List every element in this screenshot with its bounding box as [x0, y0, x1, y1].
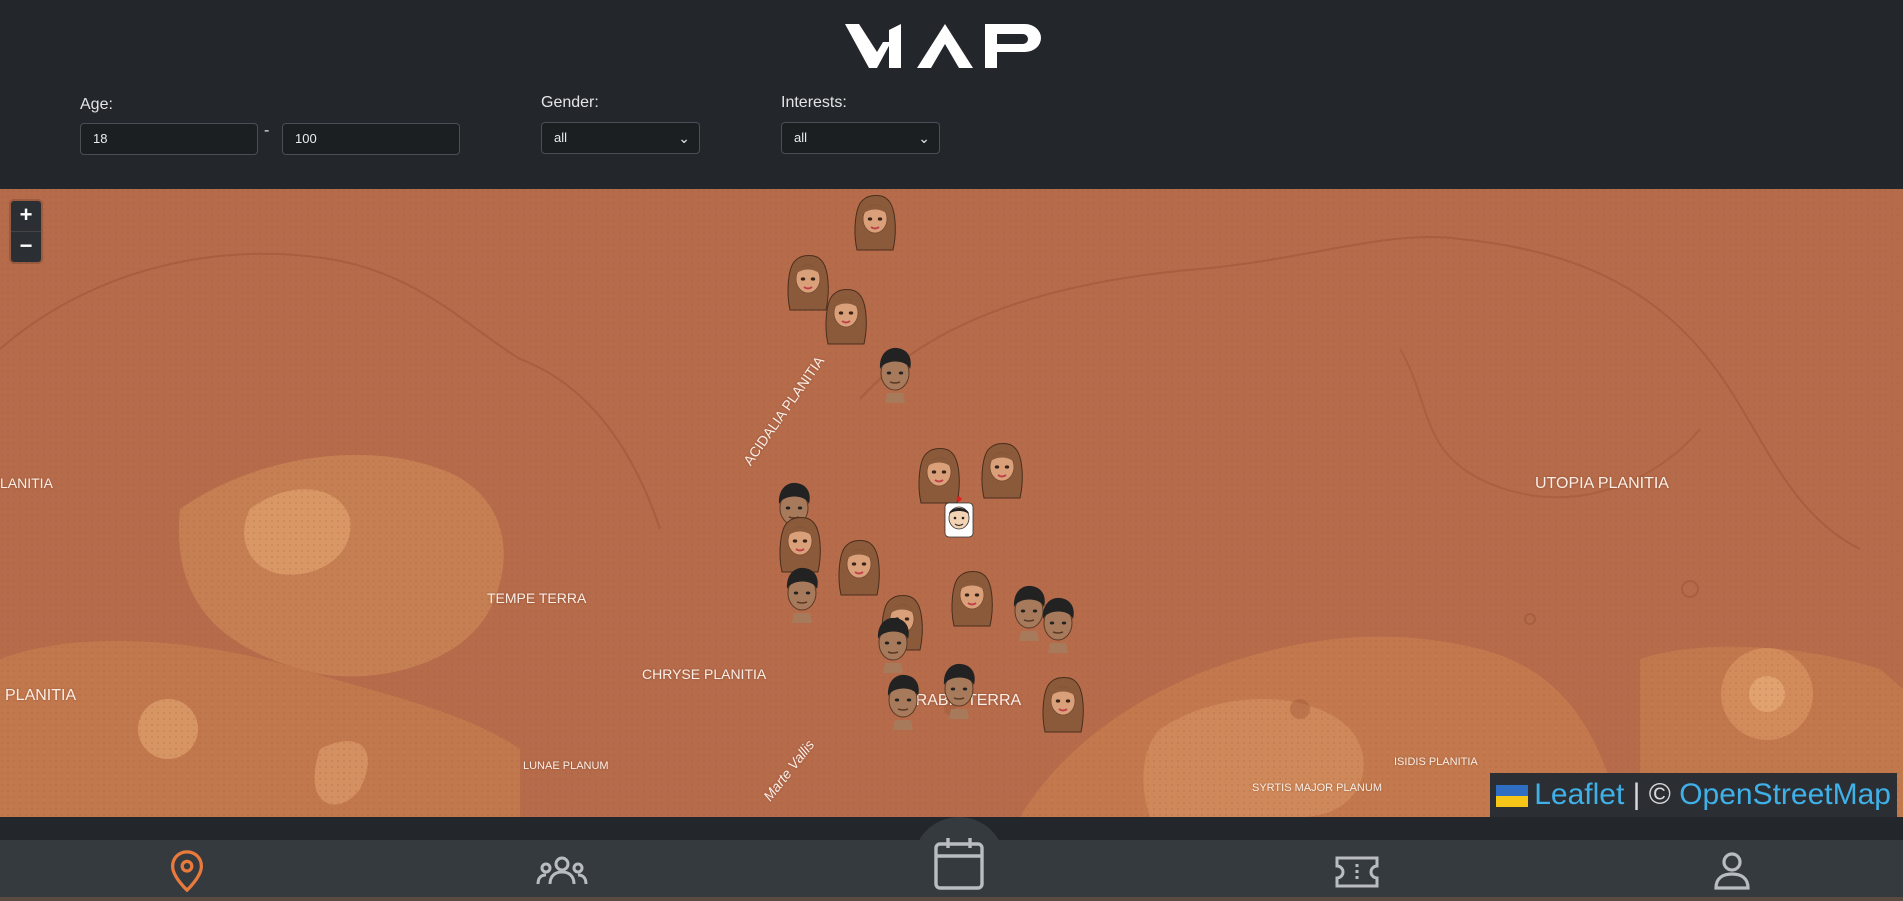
map-label-lunae: LUNAE PLANUM: [523, 760, 609, 772]
map-label-isidis: ISIDIS PLANITIA: [1394, 756, 1478, 768]
age-label: Age:: [80, 96, 113, 113]
male-avatar-marker[interactable]: [1036, 593, 1080, 655]
zoom-in-button[interactable]: +: [11, 201, 41, 232]
gender-select[interactable]: all ⌄: [541, 122, 700, 154]
nav-map-pin-icon[interactable]: [163, 848, 211, 894]
male-avatar-marker[interactable]: [780, 563, 824, 625]
female-avatar-marker[interactable]: [950, 568, 994, 630]
male-avatar-marker[interactable]: [873, 343, 917, 405]
female-avatar-marker[interactable]: [853, 192, 897, 254]
zoom-control: + −: [11, 201, 41, 262]
gender-label: Gender:: [541, 94, 599, 111]
age-max-input[interactable]: 100: [282, 123, 460, 155]
nav-calendar-icon[interactable]: [932, 836, 986, 892]
map-label-planitia-left: LANITIA: [0, 475, 53, 491]
interests-label: Interests:: [781, 94, 847, 111]
map-label-tempe: TEMPE TERRA: [487, 590, 587, 606]
nav-user-icon[interactable]: [1710, 848, 1754, 892]
male-avatar-marker[interactable]: [881, 670, 925, 732]
map-logo: [845, 24, 1041, 68]
nav-ticket-icon[interactable]: [1334, 852, 1380, 892]
leaflet-link[interactable]: Leaflet: [1534, 778, 1624, 811]
map-label-syrtis: SYRTIS MAJOR PLANUM: [1252, 782, 1382, 794]
age-separator: -: [264, 122, 270, 139]
female-avatar-marker[interactable]: [824, 286, 868, 348]
attribution-separator: | ©: [1624, 778, 1680, 811]
female-avatar-marker[interactable]: [1041, 674, 1085, 736]
osm-link[interactable]: OpenStreetMap: [1679, 778, 1891, 811]
map-label-planitia-left2: PLANITIA: [5, 687, 77, 704]
header: Age: 18 - 100 Gender: all ⌄ Interests: a…: [0, 0, 1903, 189]
female-avatar-marker[interactable]: [980, 440, 1024, 502]
chevron-down-icon: ⌄: [678, 130, 690, 146]
bottom-edge: [0, 897, 1903, 901]
nav-people-icon[interactable]: [536, 852, 588, 892]
interests-select-value: all: [794, 130, 808, 145]
male-avatar-marker[interactable]: [937, 659, 981, 721]
map-label-chryse: CHRYSE PLANITIA: [642, 666, 767, 682]
map-label-utopia: UTOPIA PLANITIA: [1535, 475, 1669, 492]
gender-select-value: all: [554, 130, 568, 145]
ukraine-flag-icon: [1496, 785, 1529, 808]
male-avatar-marker[interactable]: [871, 613, 915, 675]
chevron-down-icon: ⌄: [918, 130, 930, 146]
age-min-input[interactable]: 18: [80, 123, 258, 155]
map-attribution: Leaflet | © OpenStreetMap: [1490, 773, 1897, 817]
interests-select[interactable]: all ⌄: [781, 122, 940, 154]
female-avatar-marker[interactable]: [837, 537, 881, 599]
zoom-out-button[interactable]: −: [11, 232, 41, 262]
map-view[interactable]: LANITIA ACIDALIA PLANITIA UTOPIA PLANITI…: [0, 189, 1903, 817]
self-avatar-marker[interactable]: [942, 494, 976, 540]
